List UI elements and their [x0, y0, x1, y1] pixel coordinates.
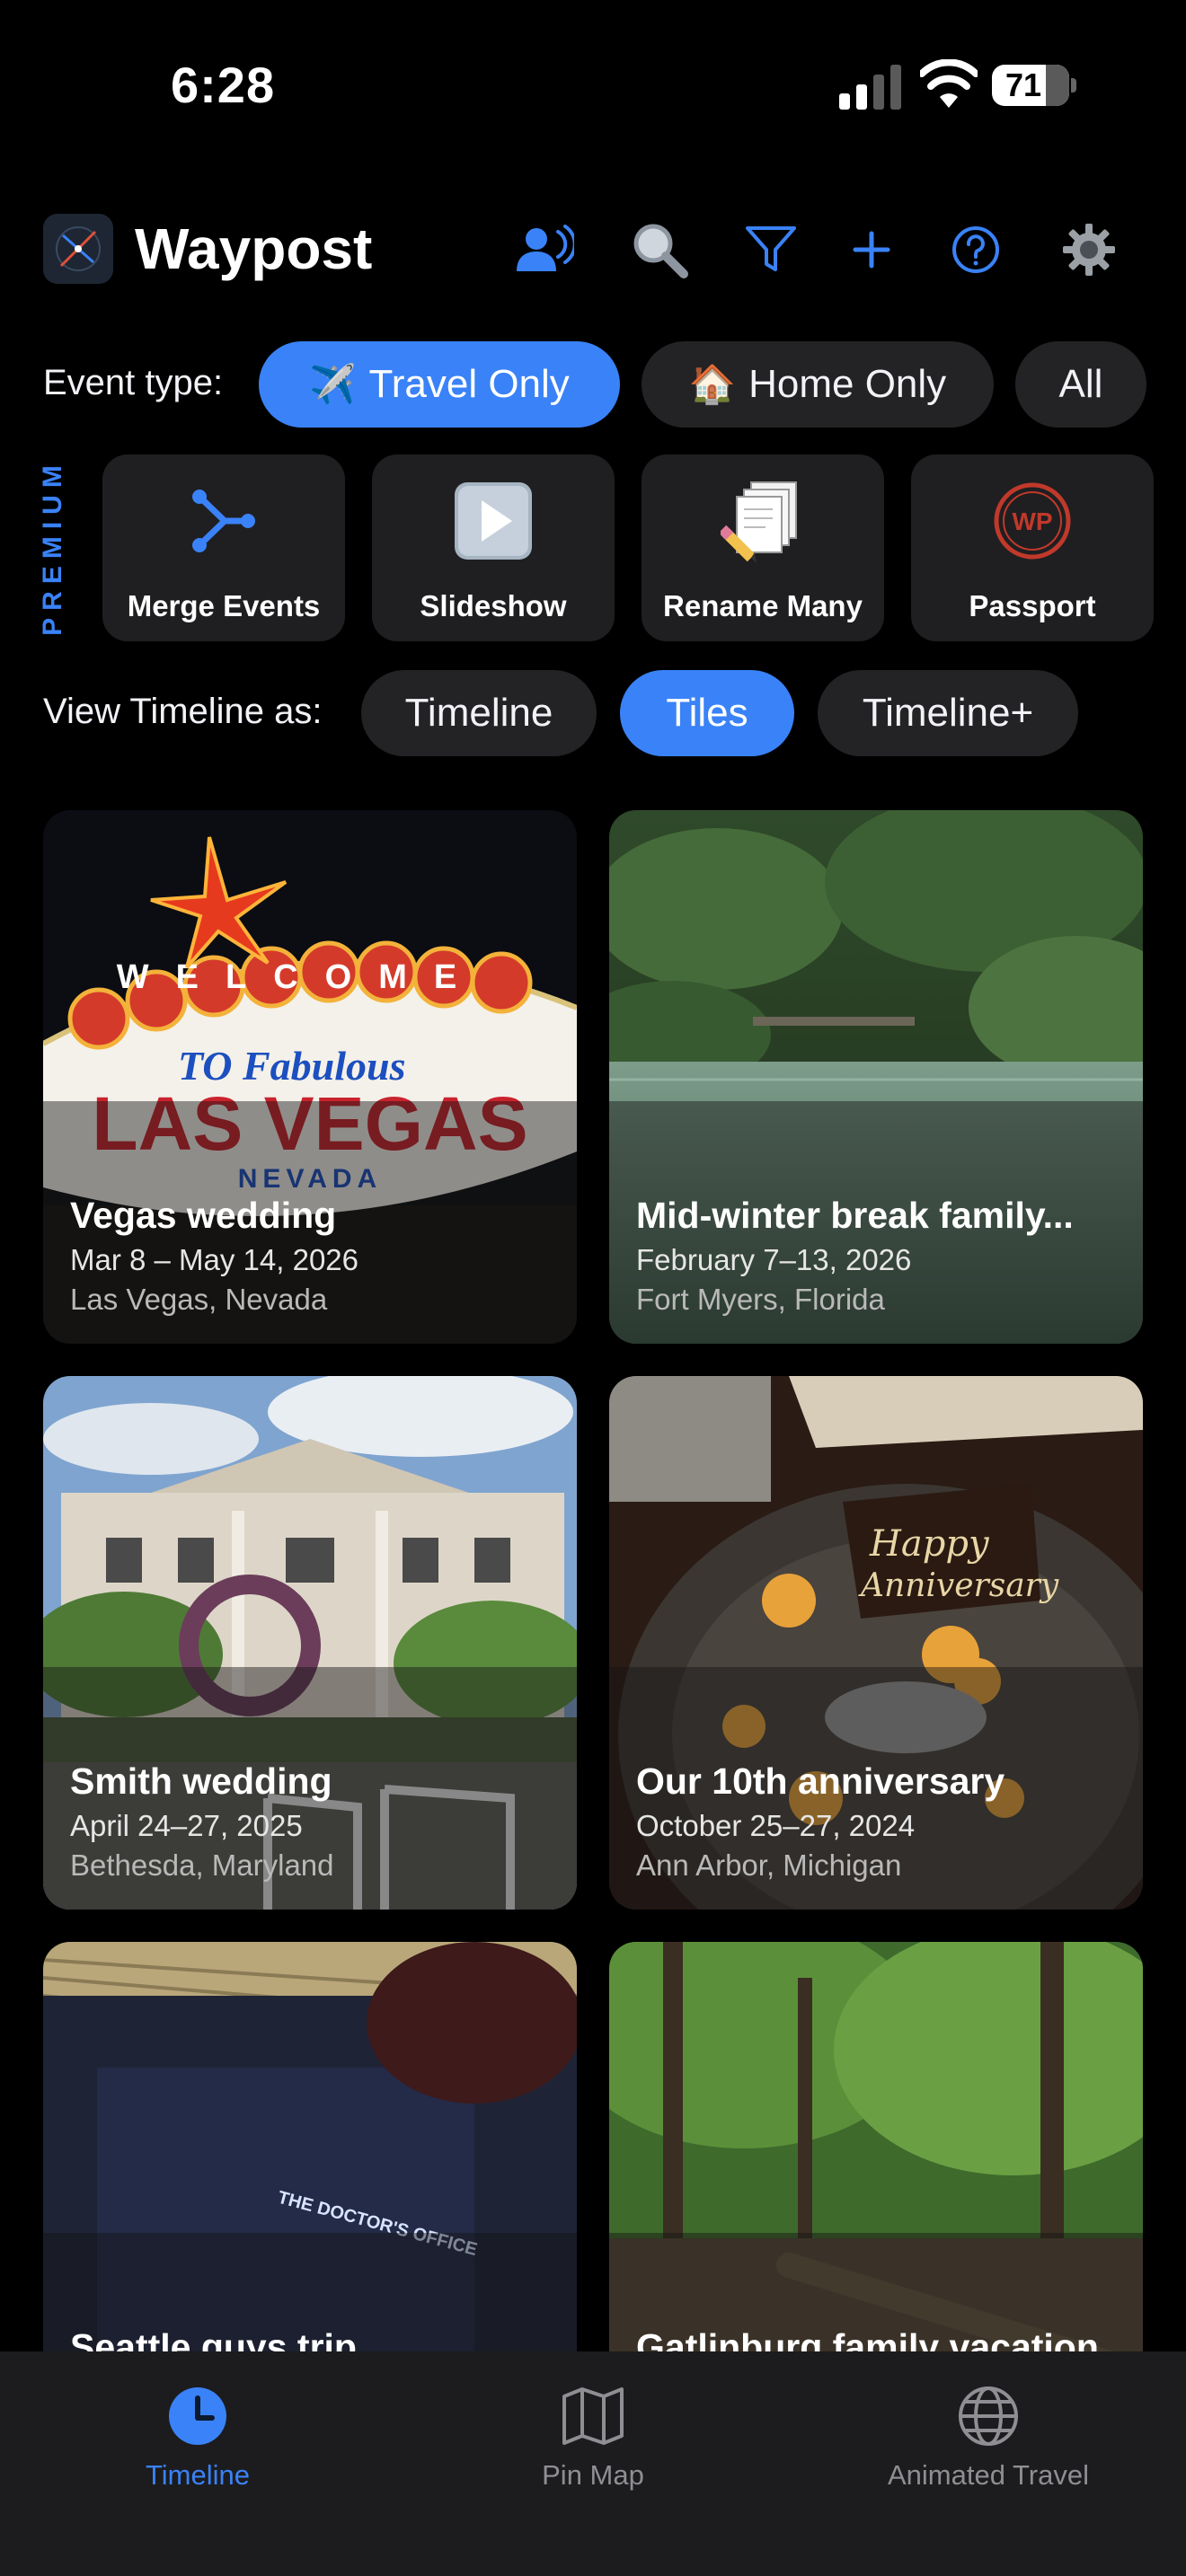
map-icon	[562, 2387, 624, 2445]
chip-label: All	[1058, 362, 1103, 406]
passport-button[interactable]: WP Passport	[911, 454, 1154, 641]
premium-item-label: Merge Events	[127, 589, 321, 622]
search-icon	[633, 224, 688, 278]
help-icon	[952, 226, 999, 273]
chip-travel-only[interactable]: ✈️ Travel Only	[259, 341, 620, 428]
event-dates: Mar 8 – May 14, 2026	[70, 1243, 359, 1276]
chip-label: Timeline	[404, 691, 553, 735]
tab-label: Pin Map	[542, 2459, 644, 2491]
voice-contacts-button[interactable]	[510, 216, 579, 284]
clock-icon	[169, 2387, 226, 2445]
status-time: 6:28	[171, 57, 276, 113]
play-icon	[455, 482, 532, 560]
filter-button[interactable]	[737, 216, 805, 284]
tab-pin-map[interactable]: Pin Map	[449, 2369, 737, 2495]
premium-item-label: Slideshow	[420, 589, 567, 622]
event-type-label: Event type:	[43, 363, 224, 402]
cellular-signal-icon	[839, 65, 901, 110]
event-tile[interactable]: Happy Anniversary Our 10th anniversary O…	[609, 1376, 1143, 1910]
premium-label: PREMIUM	[38, 458, 67, 636]
chip-label: Tiles	[666, 691, 748, 735]
event-title: Mid-winter break family...	[636, 1195, 1074, 1236]
slideshow-button[interactable]: Slideshow	[372, 454, 615, 641]
wifi-icon	[920, 59, 978, 108]
house-icon: 🏠	[688, 362, 737, 405]
tab-bar: Timeline Pin Map Animated Travel	[0, 2351, 1186, 2576]
settings-button[interactable]	[1055, 216, 1123, 284]
filter-icon	[746, 226, 796, 271]
svg-text:WP: WP	[1012, 507, 1052, 535]
view-option-timeline-plus[interactable]: Timeline+	[818, 670, 1078, 756]
add-event-button[interactable]	[837, 216, 906, 284]
battery-icon: 71	[992, 65, 1076, 106]
merge-icon	[192, 490, 255, 552]
event-dates: February 7–13, 2026	[636, 1243, 912, 1276]
app-title: Waypost	[135, 216, 373, 281]
search-button[interactable]	[625, 216, 694, 284]
view-option-tiles[interactable]: Tiles	[620, 670, 794, 756]
premium-item-label: Rename Many	[663, 589, 863, 622]
svg-text:WELCOME: WELCOME	[117, 958, 483, 996]
chip-label: Timeline+	[862, 691, 1034, 735]
event-location: Las Vegas, Nevada	[70, 1283, 328, 1316]
airplane-icon: ✈️	[309, 362, 357, 405]
rename-many-button[interactable]: Rename Many	[642, 454, 884, 641]
event-dates: October 25–27, 2024	[636, 1809, 916, 1842]
event-location: Bethesda, Maryland	[70, 1848, 334, 1882]
chip-label: Travel Only	[368, 362, 570, 406]
wp-stamp-icon: WP	[994, 482, 1071, 560]
plus-icon	[853, 231, 890, 269]
event-tile[interactable]: Mid-winter break family... February 7–13…	[609, 810, 1143, 1344]
status-bar: 6:28 71	[0, 0, 1186, 171]
svg-text:Happy: Happy	[869, 1523, 990, 1565]
svg-text:Anniversary: Anniversary	[858, 1567, 1059, 1604]
event-title: Our 10th anniversary	[636, 1760, 1005, 1802]
chip-label: Home Only	[748, 362, 947, 406]
merge-events-button[interactable]: Merge Events	[102, 454, 345, 641]
help-button[interactable]	[942, 216, 1010, 284]
event-location: Ann Arbor, Michigan	[636, 1848, 902, 1882]
event-tile[interactable]: Smith wedding April 24–27, 2025 Bethesda…	[43, 1376, 577, 1910]
globe-icon	[959, 2386, 1018, 2446]
voice-icon	[517, 225, 574, 271]
event-title: Smith wedding	[70, 1760, 332, 1802]
event-tile[interactable]: WELCOME TO Fabulous LAS VEGAS NEVADA Veg…	[43, 810, 577, 1344]
event-title: Vegas wedding	[70, 1195, 337, 1236]
view-timeline-label: View Timeline as:	[43, 692, 323, 731]
event-location: Fort Myers, Florida	[636, 1283, 885, 1316]
tab-timeline[interactable]: Timeline	[54, 2369, 341, 2495]
battery-level: 71	[1005, 66, 1042, 103]
tab-animated-travel[interactable]: Animated Travel	[845, 2369, 1132, 2495]
tab-label: Timeline	[146, 2459, 250, 2491]
chip-home-only[interactable]: 🏠 Home Only	[642, 341, 994, 428]
gear-icon	[1063, 224, 1115, 276]
rename-icon	[721, 481, 797, 563]
tab-label: Animated Travel	[888, 2459, 1089, 2491]
premium-item-label: Passport	[969, 589, 1096, 622]
app-logo-icon	[43, 214, 113, 284]
event-dates: April 24–27, 2025	[70, 1809, 303, 1842]
view-option-timeline[interactable]: Timeline	[361, 670, 597, 756]
chip-all[interactable]: All	[1015, 341, 1146, 428]
